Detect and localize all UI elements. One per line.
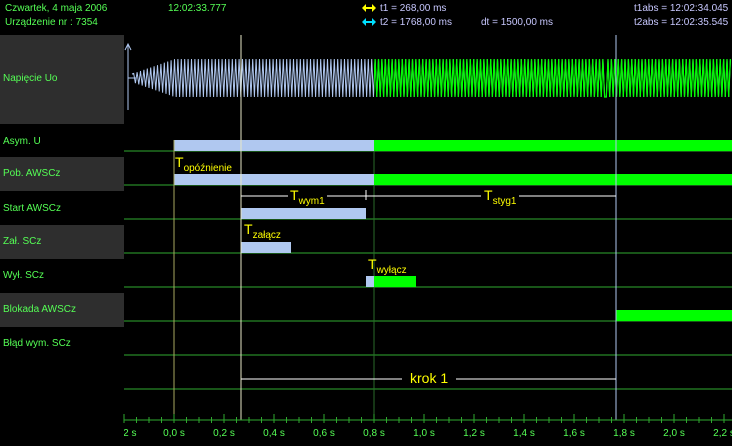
channel-label-pob-awscz[interactable]: Pob. AWSCz <box>3 168 60 179</box>
time-tick-label: 1,0 s <box>413 428 435 439</box>
channel-label-wyl-scz[interactable]: Wył. SCz <box>3 270 44 281</box>
time-tick-label: 1,6 s <box>563 428 585 439</box>
channel-label-asym-u[interactable]: Asym. U <box>3 136 41 147</box>
channel-label-start-awscz[interactable]: Start AWSCz <box>3 203 61 214</box>
time-tick-label: 0,2 s <box>213 428 235 439</box>
time-tick-label: 1,4 s <box>513 428 535 439</box>
channel-label-blad-wym-scz[interactable]: Błąd wym. SCz <box>3 338 71 349</box>
time-tick-label: 2,0 s <box>663 428 685 439</box>
time-tick-label: 0,8 s <box>363 428 385 439</box>
time-tick-label: 0,0 s <box>163 428 185 439</box>
time-tick-label: 1,8 s <box>613 428 635 439</box>
time-tick-label: 0,6 s <box>313 428 335 439</box>
waveform-viewer: Czwartek, 4 maja 2006 Urządzenie nr : 73… <box>0 0 732 446</box>
time-tick-label: 2,2 s <box>713 428 732 439</box>
time-tick-label: 0,4 s <box>263 428 285 439</box>
channel-label-napiecie-uo[interactable]: Napięcie Uo <box>3 73 57 84</box>
channel-label-zal-scz[interactable]: Zał. SCz <box>3 236 41 247</box>
channel-label-blokada-awscz[interactable]: Blokada AWSCz <box>3 304 76 315</box>
time-tick-label: 1,2 s <box>463 428 485 439</box>
